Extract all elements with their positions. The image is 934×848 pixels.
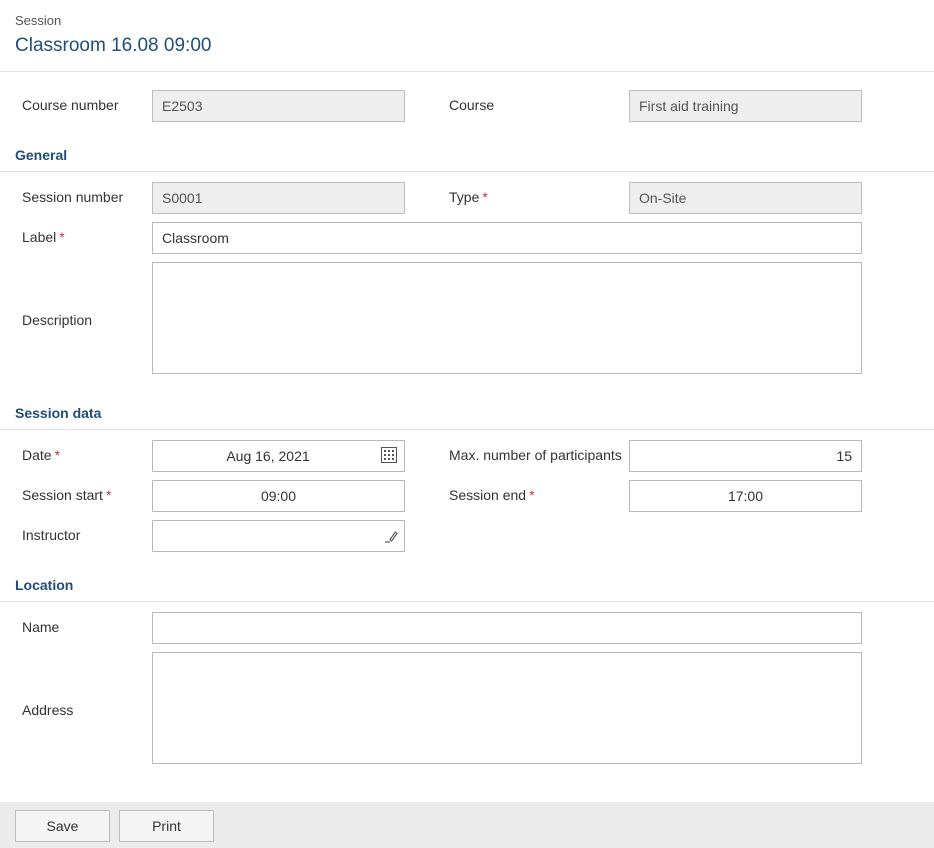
print-button[interactable]: Print — [119, 810, 214, 842]
description-label: Description — [22, 312, 93, 328]
course-number-field: E2503 — [152, 90, 405, 122]
session-number-label: Session number — [22, 189, 124, 205]
required-marker: * — [529, 487, 535, 503]
section-divider-session-data — [0, 429, 934, 430]
session-number-field: S0001 — [152, 182, 405, 214]
session-start-label-text: Session start — [22, 487, 103, 503]
date-label: Date * — [22, 447, 60, 463]
date-input[interactable]: Aug 16, 2021 — [152, 440, 405, 472]
date-value: Aug 16, 2021 — [226, 448, 310, 464]
required-marker: * — [105, 487, 112, 503]
session-start-label: Session start * — [22, 487, 111, 503]
label-label: Label * — [22, 229, 65, 245]
required-marker: * — [482, 189, 488, 205]
required-marker: * — [54, 447, 61, 463]
section-title-location: Location — [15, 577, 74, 593]
max-participants-label: Max. number of participants — [449, 447, 622, 463]
save-button[interactable]: Save — [15, 810, 110, 842]
session-end-label-text: Session end — [449, 487, 527, 503]
type-field: On-Site — [629, 182, 862, 214]
section-divider-location — [0, 601, 934, 602]
calendar-icon[interactable] — [380, 446, 398, 464]
course-field: First aid training — [629, 90, 862, 122]
date-label-text: Date — [22, 447, 52, 463]
header-divider — [0, 71, 934, 72]
type-label: Type * — [449, 189, 488, 205]
breadcrumb: Session — [15, 13, 62, 28]
session-start-input[interactable]: 09:00 — [152, 480, 405, 512]
course-number-label: Course number — [22, 97, 119, 113]
edit-icon[interactable] — [382, 527, 400, 545]
section-title-session-data: Session data — [15, 405, 102, 421]
page-title: Classroom 16.08 09:00 — [15, 35, 212, 56]
label-label-text: Label — [22, 229, 57, 245]
address-textarea[interactable] — [152, 652, 862, 764]
instructor-label: Instructor — [22, 527, 81, 543]
description-textarea[interactable] — [152, 262, 862, 374]
section-divider-general — [0, 171, 934, 172]
location-name-input[interactable] — [152, 612, 862, 644]
section-title-general: General — [15, 147, 68, 163]
address-label: Address — [22, 702, 74, 718]
required-marker: * — [59, 229, 65, 245]
session-end-label: Session end * — [449, 487, 535, 503]
course-label: Course — [449, 97, 495, 113]
instructor-input[interactable] — [152, 520, 405, 552]
type-label-text: Type — [449, 189, 480, 205]
session-end-input[interactable]: 17:00 — [629, 480, 862, 512]
location-name-label: Name — [22, 619, 60, 635]
max-participants-input[interactable]: 15 — [629, 440, 862, 472]
label-input[interactable]: Classroom — [152, 222, 862, 254]
